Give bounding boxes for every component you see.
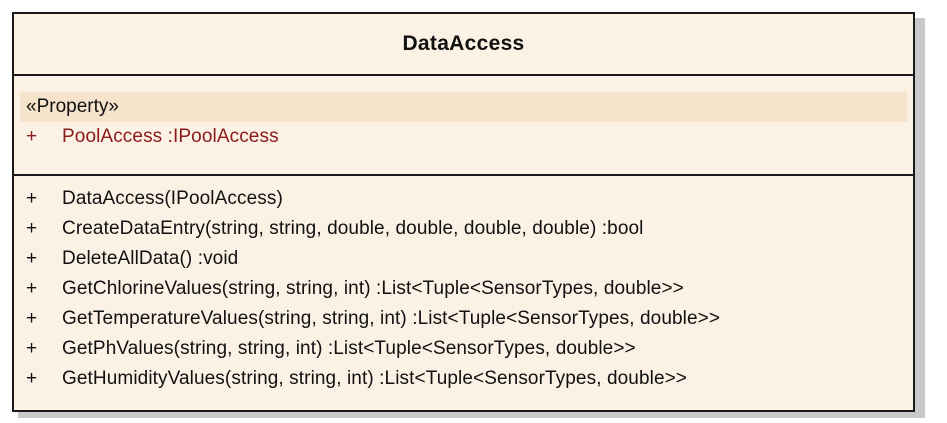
visibility-marker: + xyxy=(26,278,38,299)
operation-signature: GetChlorineValues(string, string, int) :… xyxy=(62,278,684,299)
operation-signature: GetTemperatureValues(string, string, int… xyxy=(62,308,721,329)
operation-row-delete-all-data[interactable]: + DeleteAllData() :void xyxy=(14,244,913,274)
visibility-marker: + xyxy=(26,188,38,209)
class-name: DataAccess xyxy=(402,32,525,55)
operation-row-get-humidity-values[interactable]: + GetHumidityValues(string, string, int)… xyxy=(14,364,913,394)
operation-row-create-data-entry[interactable]: + CreateDataEntry(string, string, double… xyxy=(14,214,913,244)
stereotype-text: «Property» xyxy=(26,96,119,117)
operation-row-get-temperature-values[interactable]: + GetTemperatureValues(string, string, i… xyxy=(14,304,913,334)
operation-signature: GetPhValues(string, string, int) :List<T… xyxy=(62,338,636,359)
stereotype-label: «Property» xyxy=(20,92,907,122)
attribute-signature: PoolAccess :IPoolAccess xyxy=(62,126,279,147)
visibility-marker: + xyxy=(26,126,38,147)
class-header: DataAccess xyxy=(14,14,913,76)
operation-signature: CreateDataEntry(string, string, double, … xyxy=(62,218,644,239)
operation-row-get-ph-values[interactable]: + GetPhValues(string, string, int) :List… xyxy=(14,334,913,364)
operation-row-constructor[interactable]: + DataAccess(IPoolAccess) xyxy=(14,184,913,214)
visibility-marker: + xyxy=(26,308,38,329)
uml-class-dataaccess[interactable]: DataAccess «Property» + PoolAccess :IPoo… xyxy=(12,12,915,412)
attribute-row-pool-access[interactable]: + PoolAccess :IPoolAccess xyxy=(14,122,913,152)
visibility-marker: + xyxy=(26,368,38,389)
attributes-compartment: «Property» + PoolAccess :IPoolAccess xyxy=(14,76,913,176)
operation-signature: DataAccess(IPoolAccess) xyxy=(62,188,283,209)
visibility-marker: + xyxy=(26,248,38,269)
operation-signature: DeleteAllData() :void xyxy=(62,248,239,269)
visibility-marker: + xyxy=(26,218,38,239)
operation-row-get-chlorine-values[interactable]: + GetChlorineValues(string, string, int)… xyxy=(14,274,913,304)
visibility-marker: + xyxy=(26,338,38,359)
operation-signature: GetHumidityValues(string, string, int) :… xyxy=(62,368,688,389)
operations-compartment: + DataAccess(IPoolAccess) + CreateDataEn… xyxy=(14,176,913,394)
